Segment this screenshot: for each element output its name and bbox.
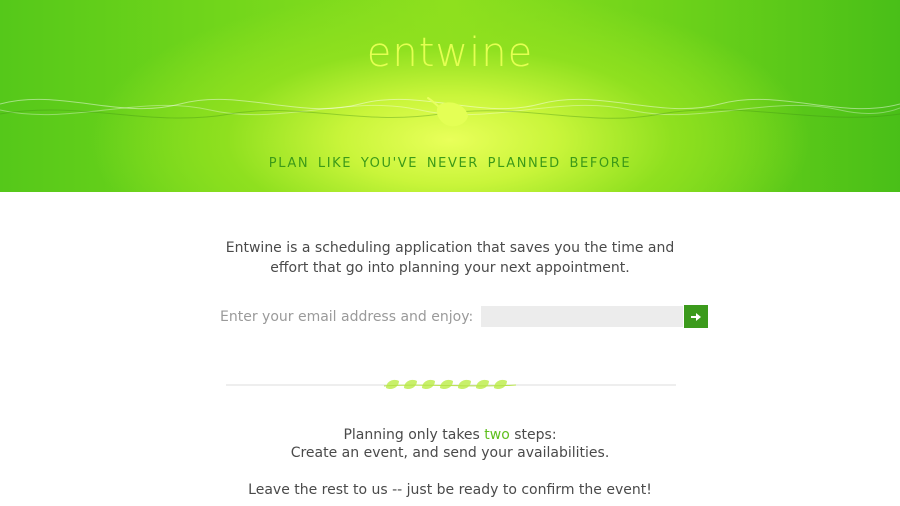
tagline: PLAN LIKE YOU'VE NEVER PLANNED BEFORE	[268, 156, 632, 171]
intro-line-1: Entwine is a scheduling application that…	[225, 240, 675, 256]
arrow-right-icon	[691, 312, 702, 321]
submit-email-button[interactable]	[684, 305, 709, 328]
email-label: Enter your email address and enjoy:	[220, 308, 474, 325]
steps-line-1-post: steps:	[509, 427, 557, 443]
leaf-icon	[427, 97, 468, 127]
leaf-vine-divider	[226, 379, 676, 390]
logo-text: entwine	[366, 30, 534, 76]
intro-text: Entwine is a scheduling application that…	[0, 238, 900, 278]
steps-line-2: Create an event, and send your availabil…	[290, 445, 610, 461]
steps-line-1-pre: Planning only takes	[343, 427, 485, 443]
intro-line-2: effort that go into planning your next a…	[270, 260, 630, 276]
signup-form: Enter your email address and enjoy:	[220, 305, 709, 328]
hero-banner: entwine PLAN LIKE YOU'VE NEVER PLANNED B…	[0, 0, 900, 192]
steps-line-1: Planning only takes two steps:	[0, 426, 900, 444]
steps-line-3: Leave the rest to us -- just be ready to…	[248, 482, 652, 498]
steps-text: Planning only takes two steps: Create an…	[0, 426, 900, 499]
steps-count: two	[484, 427, 510, 443]
email-input[interactable]	[481, 306, 684, 327]
